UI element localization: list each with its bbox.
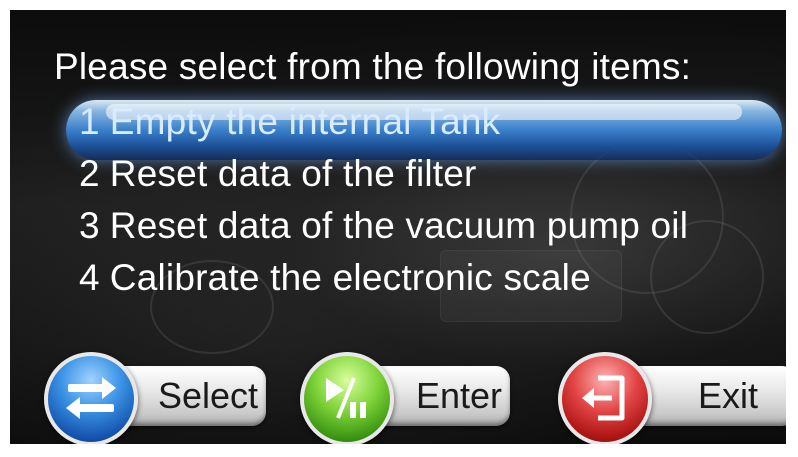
exit-button-label: Exit bbox=[697, 375, 758, 416]
device-screen: Please select from the following items: … bbox=[10, 10, 786, 444]
select-button-label: Select bbox=[157, 375, 258, 416]
enter-button-icon-circle[interactable] bbox=[300, 352, 394, 444]
select-button-icon-circle[interactable] bbox=[44, 352, 138, 444]
menu-item-reset-pump-oil[interactable]: 3 Reset data of the vacuum pump oil bbox=[79, 202, 688, 250]
menu-item-label: Reset data of the vacuum pump oil bbox=[109, 205, 689, 246]
menu-item-label: Calibrate the electronic scale bbox=[109, 257, 591, 298]
menu-item-label: Reset data of the filter bbox=[109, 153, 477, 194]
exit-button-icon-circle[interactable] bbox=[558, 352, 652, 444]
menu-item-calibrate-scale[interactable]: 4 Calibrate the electronic scale bbox=[79, 254, 591, 302]
swap-arrows-icon bbox=[66, 377, 116, 419]
menu-item-reset-filter[interactable]: 2 Reset data of the filter bbox=[79, 150, 477, 198]
menu-item-empty-tank[interactable]: 1 Empty the internal Tank bbox=[79, 98, 500, 146]
enter-button-label: Enter bbox=[415, 375, 502, 416]
exit-door-icon bbox=[582, 375, 625, 421]
play-pause-icon bbox=[326, 377, 366, 419]
menu-item-label: Empty the internal Tank bbox=[109, 101, 501, 142]
menu-item-number: 1 bbox=[79, 101, 100, 142]
menu-item-number: 2 bbox=[79, 153, 100, 194]
prompt-text: Please select from the following items: bbox=[54, 46, 692, 87]
menu-item-number: 4 bbox=[79, 257, 100, 298]
menu-item-number: 3 bbox=[79, 205, 100, 246]
